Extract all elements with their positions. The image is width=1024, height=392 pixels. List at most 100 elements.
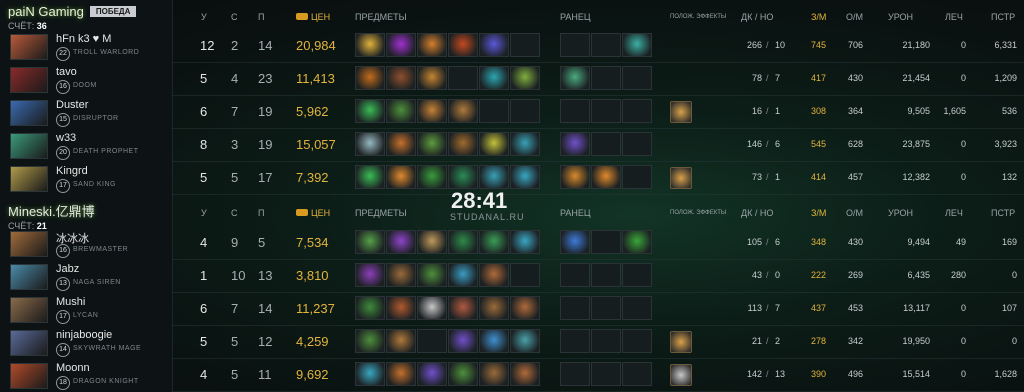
- backpack-slot[interactable]: [591, 362, 621, 386]
- item-slot[interactable]: [479, 33, 509, 57]
- item-slot[interactable]: [479, 329, 509, 353]
- backpack-slot[interactable]: [560, 296, 590, 320]
- item-slot[interactable]: [448, 263, 478, 287]
- backpack-slot[interactable]: [622, 165, 652, 189]
- neutral-item[interactable]: [670, 331, 692, 353]
- item-slot[interactable]: [448, 362, 478, 386]
- item-slot[interactable]: [386, 33, 416, 57]
- backpack-slot[interactable]: [560, 329, 590, 353]
- item-slot[interactable]: [510, 329, 540, 353]
- item-slot[interactable]: [386, 66, 416, 90]
- item-slot[interactable]: [510, 263, 540, 287]
- item-slot[interactable]: [510, 362, 540, 386]
- backpack-slot[interactable]: [622, 33, 652, 57]
- item-slot[interactable]: [479, 230, 509, 254]
- item-slot[interactable]: [355, 66, 385, 90]
- item-slot[interactable]: [510, 230, 540, 254]
- item-slot[interactable]: [510, 66, 540, 90]
- backpack-slot[interactable]: [622, 296, 652, 320]
- backpack-slot[interactable]: [560, 132, 590, 156]
- player-card[interactable]: Duster 15 DISRUPTOR: [0, 96, 172, 128]
- backpack-slot[interactable]: [560, 165, 590, 189]
- backpack-slot[interactable]: [591, 132, 621, 156]
- item-slot[interactable]: [448, 66, 478, 90]
- item-slot[interactable]: [479, 165, 509, 189]
- player-card[interactable]: hFn k3 ♥ M 22 TROLL WARLORD: [0, 30, 172, 62]
- backpack-slot[interactable]: [591, 329, 621, 353]
- item-slot[interactable]: [355, 230, 385, 254]
- backpack-slot[interactable]: [560, 230, 590, 254]
- item-slot[interactable]: [355, 99, 385, 123]
- item-slot[interactable]: [386, 230, 416, 254]
- item-slot[interactable]: [355, 132, 385, 156]
- neutral-item[interactable]: [670, 167, 692, 189]
- player-card[interactable]: ninjaboogie 14 SKYWRATH MAGE: [0, 326, 172, 358]
- item-slot[interactable]: [386, 296, 416, 320]
- item-slot[interactable]: [355, 33, 385, 57]
- item-slot[interactable]: [355, 362, 385, 386]
- player-card[interactable]: Jabz 13 NAGA SIREN: [0, 260, 172, 292]
- backpack-slot[interactable]: [560, 99, 590, 123]
- item-slot[interactable]: [386, 132, 416, 156]
- item-slot[interactable]: [510, 296, 540, 320]
- item-slot[interactable]: [417, 230, 447, 254]
- neutral-item[interactable]: [670, 101, 692, 123]
- item-slot[interactable]: [448, 165, 478, 189]
- item-slot[interactable]: [448, 230, 478, 254]
- item-slot[interactable]: [479, 66, 509, 90]
- item-slot[interactable]: [355, 296, 385, 320]
- item-slot[interactable]: [417, 362, 447, 386]
- item-slot[interactable]: [479, 99, 509, 123]
- backpack-slot[interactable]: [622, 230, 652, 254]
- player-card[interactable]: w33 20 DEATH PROPHET: [0, 129, 172, 161]
- backpack-slot[interactable]: [591, 230, 621, 254]
- item-slot[interactable]: [355, 329, 385, 353]
- item-slot[interactable]: [510, 132, 540, 156]
- item-slot[interactable]: [355, 263, 385, 287]
- backpack-slot[interactable]: [591, 263, 621, 287]
- item-slot[interactable]: [448, 132, 478, 156]
- backpack-slot[interactable]: [560, 66, 590, 90]
- backpack-slot[interactable]: [622, 99, 652, 123]
- backpack-slot[interactable]: [560, 33, 590, 57]
- item-slot[interactable]: [417, 132, 447, 156]
- item-slot[interactable]: [417, 263, 447, 287]
- item-slot[interactable]: [355, 165, 385, 189]
- item-slot[interactable]: [479, 362, 509, 386]
- item-slot[interactable]: [417, 33, 447, 57]
- item-slot[interactable]: [448, 296, 478, 320]
- player-card[interactable]: Moonn 18 DRAGON KNIGHT: [0, 359, 172, 391]
- item-slot[interactable]: [479, 263, 509, 287]
- backpack-slot[interactable]: [560, 362, 590, 386]
- player-card[interactable]: 冰冰冰 16 BREWMASTER: [0, 227, 172, 259]
- item-slot[interactable]: [510, 165, 540, 189]
- item-slot[interactable]: [448, 33, 478, 57]
- backpack-slot[interactable]: [560, 263, 590, 287]
- backpack-slot[interactable]: [591, 33, 621, 57]
- backpack-slot[interactable]: [591, 99, 621, 123]
- item-slot[interactable]: [386, 362, 416, 386]
- backpack-slot[interactable]: [591, 66, 621, 90]
- backpack-slot[interactable]: [622, 362, 652, 386]
- item-slot[interactable]: [479, 296, 509, 320]
- backpack-slot[interactable]: [591, 165, 621, 189]
- item-slot[interactable]: [417, 99, 447, 123]
- item-slot[interactable]: [386, 165, 416, 189]
- neutral-item[interactable]: [670, 364, 692, 386]
- player-card[interactable]: Kingrd 17 SAND KING: [0, 162, 172, 194]
- backpack-slot[interactable]: [622, 263, 652, 287]
- backpack-slot[interactable]: [591, 296, 621, 320]
- backpack-slot[interactable]: [622, 66, 652, 90]
- backpack-slot[interactable]: [622, 329, 652, 353]
- item-slot[interactable]: [417, 329, 447, 353]
- item-slot[interactable]: [510, 33, 540, 57]
- item-slot[interactable]: [510, 99, 540, 123]
- player-card[interactable]: tavo 16 DOOM: [0, 63, 172, 95]
- item-slot[interactable]: [417, 165, 447, 189]
- item-slot[interactable]: [448, 99, 478, 123]
- item-slot[interactable]: [386, 329, 416, 353]
- item-slot[interactable]: [417, 296, 447, 320]
- player-card[interactable]: Mushi 17 LYCAN: [0, 293, 172, 325]
- item-slot[interactable]: [417, 66, 447, 90]
- item-slot[interactable]: [479, 132, 509, 156]
